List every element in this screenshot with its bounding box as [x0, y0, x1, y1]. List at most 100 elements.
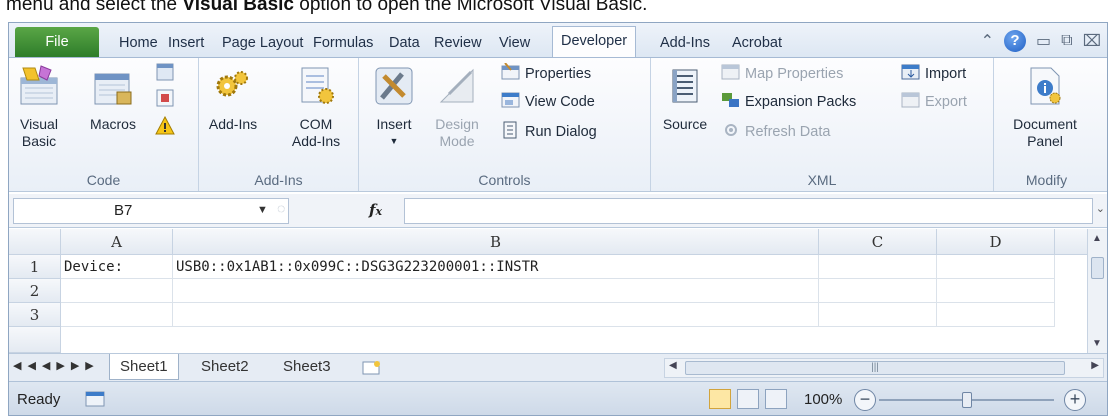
insert-label: Insert: [376, 116, 412, 132]
cell-b3[interactable]: [173, 303, 819, 327]
zoom-out-icon[interactable]: −: [854, 389, 876, 411]
cell-c1[interactable]: [819, 255, 937, 279]
record-macro-icon[interactable]: [155, 62, 175, 82]
export-button[interactable]: Export: [901, 90, 967, 114]
view-code-button[interactable]: View Code: [501, 90, 595, 114]
caption-text-bold: Visual Basic: [182, 0, 294, 15]
horizontal-scrollbar[interactable]: ◀ ||| ▶: [664, 358, 1104, 378]
row-header-1[interactable]: 1: [9, 255, 61, 279]
zoom-slider-thumb[interactable]: [961, 392, 972, 408]
page-break-preview-icon[interactable]: [765, 389, 787, 409]
tab-data[interactable]: Data: [389, 30, 420, 56]
visual-basic-label-2: Basic: [21, 133, 57, 149]
row-header-2[interactable]: 2: [9, 279, 61, 303]
scroll-right-icon[interactable]: ▶: [1091, 360, 1099, 371]
run-dialog-button[interactable]: Run Dialog: [501, 120, 597, 144]
select-all-corner[interactable]: [9, 229, 61, 255]
tab-developer[interactable]: Developer: [552, 26, 637, 57]
page-layout-view-icon[interactable]: [737, 389, 759, 409]
scroll-down-icon[interactable]: ▼: [1092, 338, 1102, 349]
view-buttons: [709, 389, 787, 409]
tab-acrobat[interactable]: Acrobat: [732, 30, 782, 56]
view-code-label: View Code: [525, 94, 595, 110]
sheet-nav-arrows-icon[interactable]: ◀◀◀▶▶▶: [13, 359, 100, 372]
column-header-c[interactable]: C: [819, 229, 937, 255]
cell-c2[interactable]: [819, 279, 937, 303]
name-box[interactable]: B7: [13, 198, 289, 224]
column-header-e-partial[interactable]: [1055, 229, 1089, 255]
zoom-in-icon[interactable]: +: [1064, 389, 1086, 411]
sheet-tab-3[interactable]: Sheet3: [273, 354, 341, 380]
close-window-icon[interactable]: ⌧: [1083, 31, 1101, 51]
tab-add-ins[interactable]: Add-Ins: [660, 30, 710, 56]
cell-d2[interactable]: [937, 279, 1055, 303]
normal-view-icon[interactable]: [709, 389, 731, 409]
ribbon-tab-row: File Home Insert Page Layout Formulas Da…: [9, 23, 1107, 57]
minimize-window-icon[interactable]: ▭: [1036, 31, 1051, 51]
vertical-scrollbar[interactable]: ▲ ▼: [1087, 229, 1107, 353]
horizontal-scroll-thumb[interactable]: |||: [685, 361, 1065, 375]
com-add-ins-icon: [301, 67, 334, 104]
cell-d3[interactable]: [937, 303, 1055, 327]
tab-review[interactable]: Review: [434, 30, 482, 56]
add-ins-button[interactable]: Add-Ins: [205, 64, 261, 133]
import-button[interactable]: Import: [901, 62, 966, 86]
tab-insert[interactable]: Insert: [168, 30, 204, 56]
cell-b1[interactable]: USB0::0x1AB1::0x099C::DSG3G223200001::IN…: [173, 255, 819, 279]
visual-basic-button[interactable]: Visual Basic: [13, 64, 65, 150]
insert-dropdown-arrow: ▼: [389, 136, 399, 146]
macro-security-warning-icon[interactable]: [155, 116, 175, 136]
record-macro-status-icon[interactable]: [84, 390, 106, 408]
cell-c3[interactable]: [819, 303, 937, 327]
visual-basic-icon: [20, 65, 58, 105]
group-label-controls: Controls: [478, 172, 531, 188]
instruction-caption: menu and select the Visual Basic option …: [0, 0, 1108, 19]
sheet-tab-1[interactable]: Sheet1: [109, 354, 179, 380]
com-add-ins-label-1: COM: [299, 116, 333, 132]
zoom-level[interactable]: 100%: [804, 391, 842, 408]
vertical-scroll-thumb[interactable]: [1091, 257, 1104, 279]
name-box-dropdown-icon[interactable]: ▼: [257, 204, 268, 216]
expansion-packs-button[interactable]: Expansion Packs: [721, 90, 856, 114]
refresh-data-button[interactable]: Refresh Data: [721, 120, 830, 144]
document-panel-button[interactable]: Document Panel: [1002, 64, 1088, 150]
row-header-4-partial[interactable]: [9, 327, 61, 353]
insert-function-icon[interactable]: fx: [369, 201, 382, 219]
relative-references-icon[interactable]: [155, 88, 175, 108]
insert-control-button[interactable]: Insert ▼: [367, 64, 421, 150]
tab-file[interactable]: File: [15, 27, 99, 57]
cell-d1[interactable]: [937, 255, 1055, 279]
map-properties-button[interactable]: Map Properties: [721, 62, 843, 86]
tab-home[interactable]: Home: [119, 30, 158, 56]
expansion-packs-label: Expansion Packs: [745, 94, 857, 110]
cell-a2[interactable]: [61, 279, 173, 303]
column-header-a[interactable]: A: [61, 229, 173, 255]
column-header-d[interactable]: D: [937, 229, 1055, 255]
com-add-ins-button[interactable]: COM Add-Ins: [285, 64, 347, 150]
minimize-ribbon-icon[interactable]: ⌃: [981, 31, 994, 51]
column-header-b[interactable]: B: [173, 229, 819, 255]
restore-window-icon[interactable]: ⧉: [1061, 32, 1072, 50]
help-icon[interactable]: ?: [1004, 30, 1026, 52]
macros-button[interactable]: Macros: [83, 64, 143, 133]
expand-formula-bar-icon[interactable]: ⌄: [1096, 202, 1105, 215]
cell-a1[interactable]: Device:: [61, 255, 173, 279]
scroll-up-icon[interactable]: ▲: [1092, 233, 1102, 244]
insert-worksheet-icon[interactable]: [361, 359, 383, 377]
row-header-3[interactable]: 3: [9, 303, 61, 327]
tab-view[interactable]: View: [499, 30, 530, 56]
properties-button[interactable]: Properties: [501, 62, 591, 86]
group-add-ins: Add-Ins COM Add-Ins Add-Ins: [199, 58, 359, 191]
formula-input[interactable]: [404, 198, 1093, 224]
status-bar: Ready 100% − +: [9, 381, 1107, 415]
group-label-modify: Modify: [1025, 172, 1068, 188]
cell-a3[interactable]: [61, 303, 173, 327]
sheet-tab-2[interactable]: Sheet2: [191, 354, 259, 380]
cell-b2[interactable]: [173, 279, 819, 303]
tab-formulas[interactable]: Formulas: [313, 30, 373, 56]
source-button[interactable]: Source: [655, 64, 715, 133]
design-mode-button[interactable]: Design Mode: [429, 64, 485, 150]
ribbon-developer: Visual Basic Macros Code Add-Ins COM Add…: [9, 57, 1107, 192]
scroll-left-icon[interactable]: ◀: [669, 360, 677, 371]
tab-page-layout[interactable]: Page Layout: [222, 30, 303, 56]
